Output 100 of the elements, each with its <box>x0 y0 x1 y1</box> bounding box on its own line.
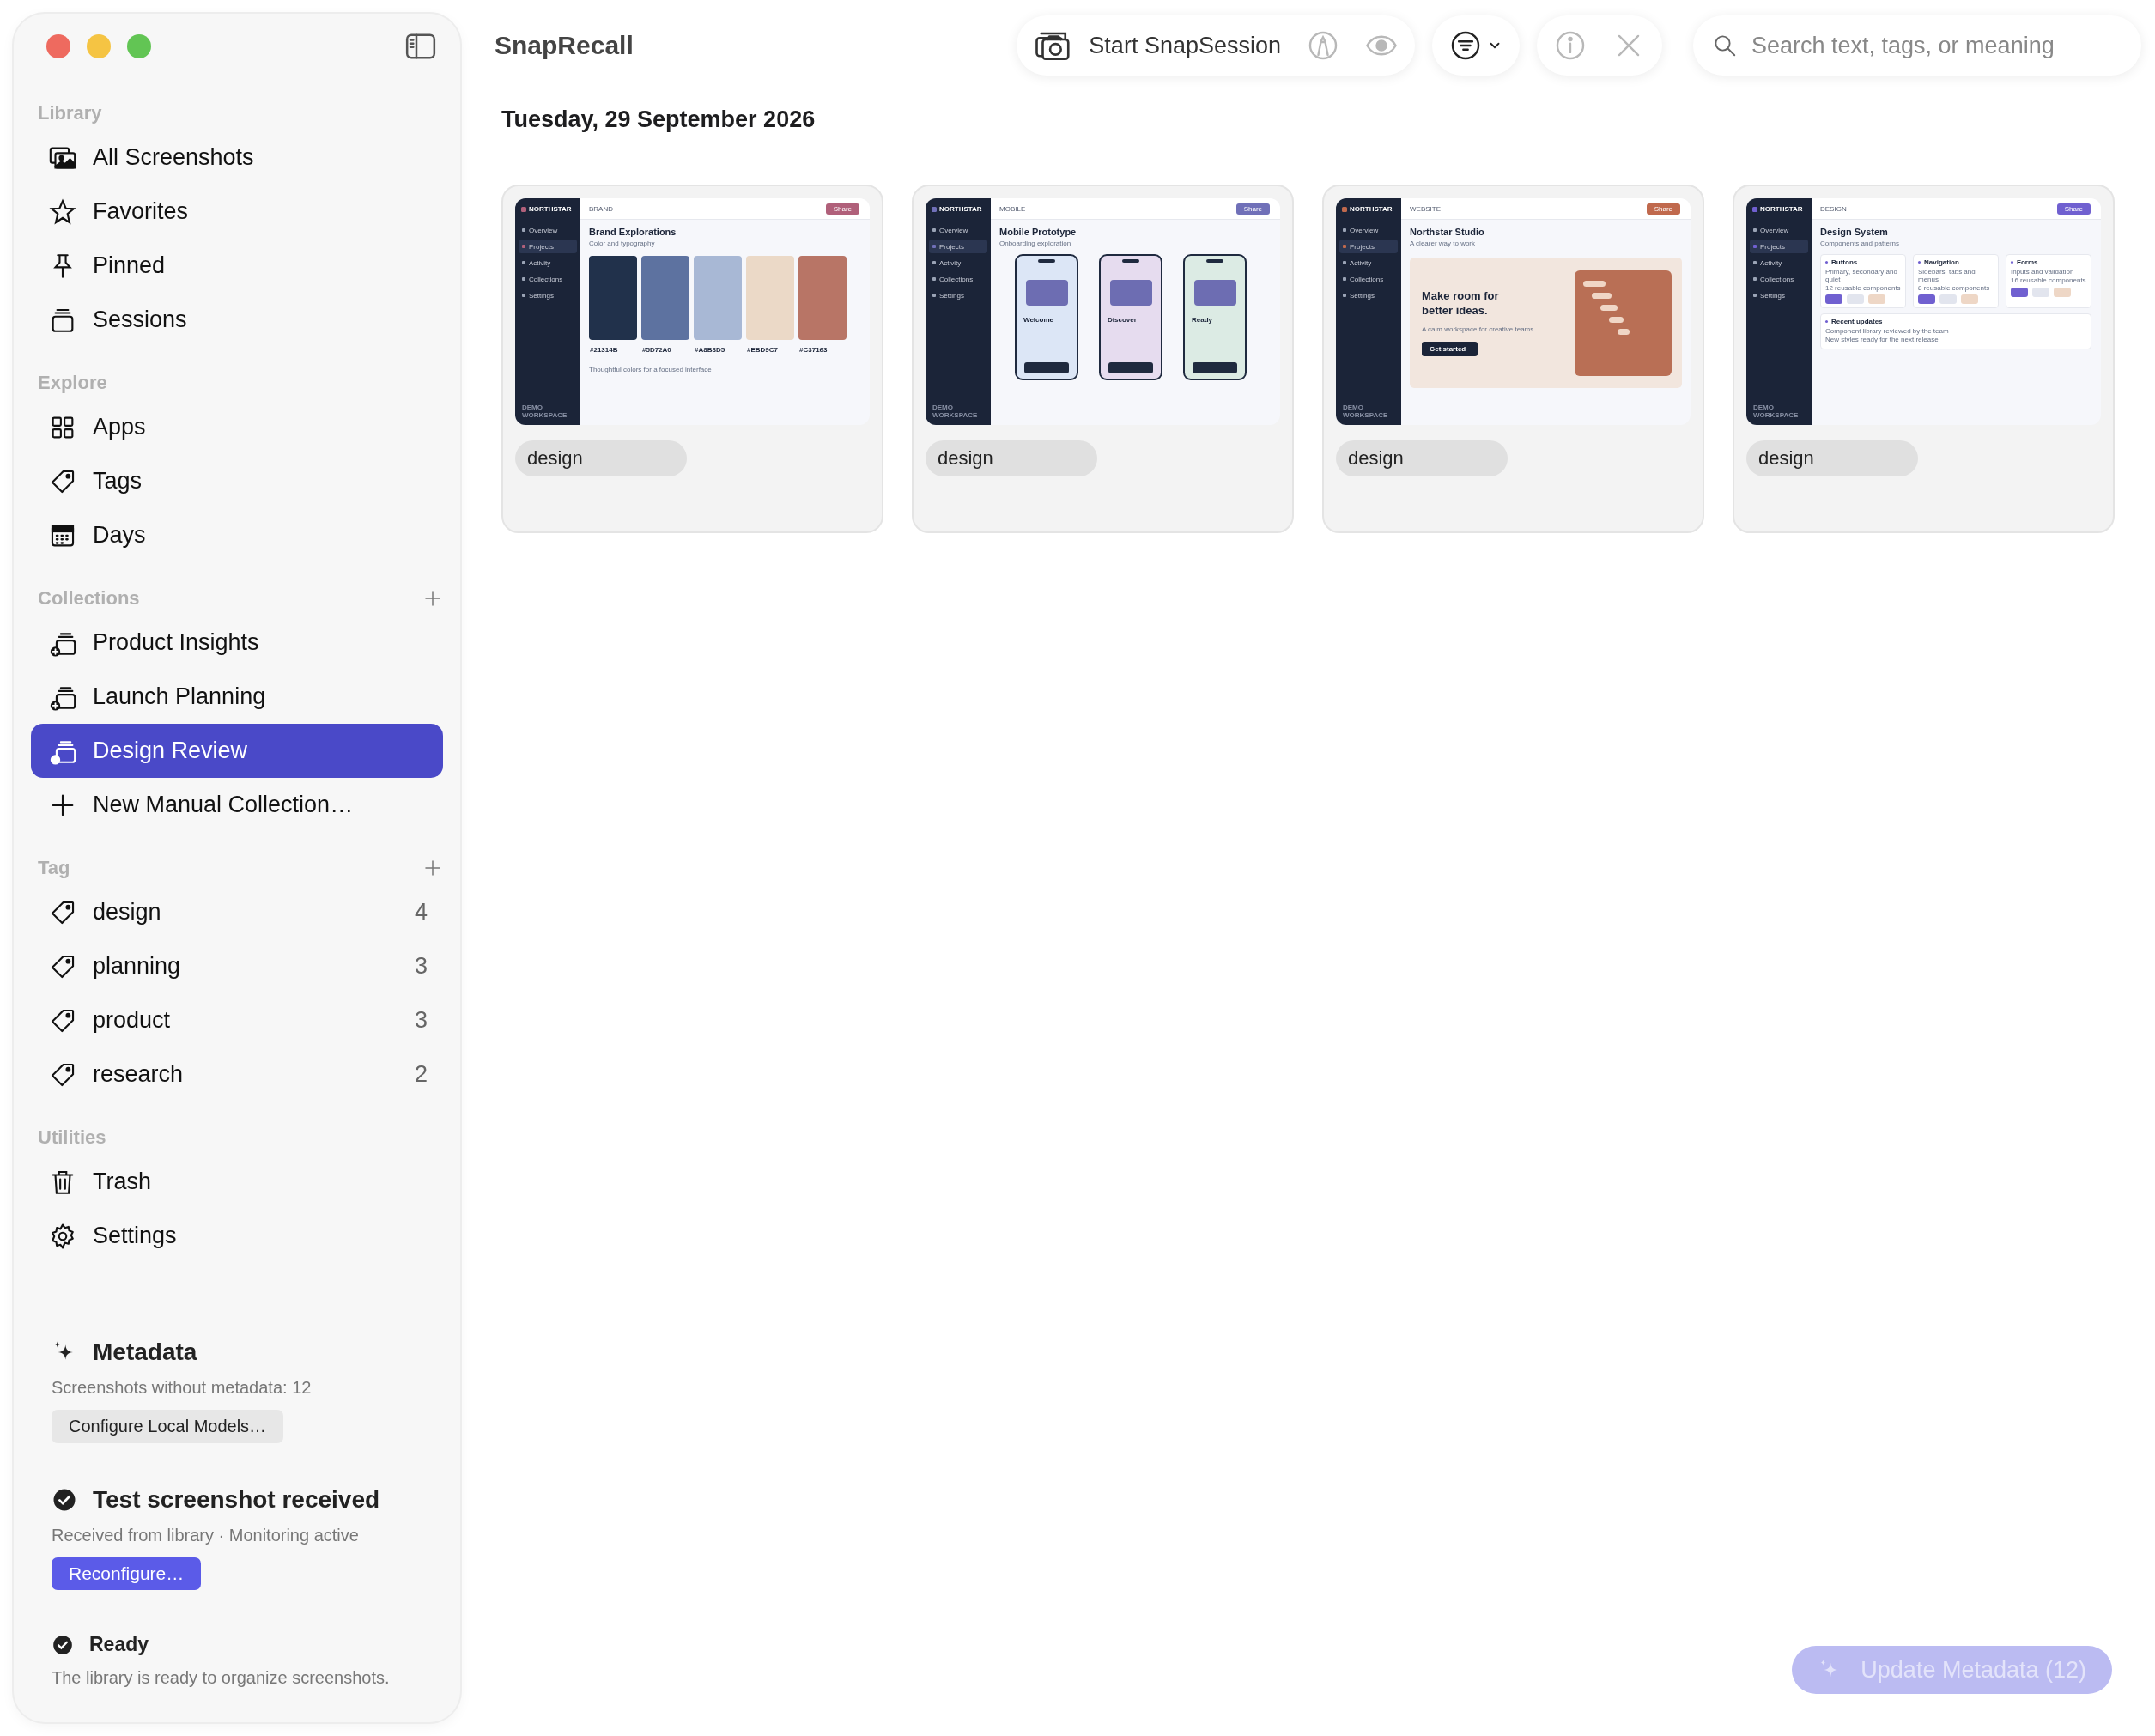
search-field[interactable]: Search text, tags, or meaning <box>1693 15 2141 76</box>
nav-item[interactable]: Activity <box>1339 256 1398 270</box>
share-button[interactable]: Share <box>1235 203 1270 215</box>
card-text: Component library reviewed by the team <box>1825 328 1950 337</box>
screenshot-card[interactable] <box>1322 185 1704 533</box>
card-text: New styles ready for the next release <box>1825 337 1940 344</box>
sidebar-item[interactable]: product 3 <box>31 993 443 1047</box>
screen-label: Welcome <box>1023 316 1053 324</box>
sidebar-item[interactable]: planning 3 <box>31 939 443 993</box>
page-title: Brand Explorations <box>589 227 677 237</box>
caption-text: Thoughtful colors for a focused interface <box>589 366 713 373</box>
card-title: Navigation <box>1924 258 1959 266</box>
section-label: MOBILE <box>999 204 1026 213</box>
page-subtitle: A clearer way to work <box>1410 240 1477 247</box>
nav-item[interactable]: Collections <box>1339 272 1398 286</box>
tag-chip[interactable]: design <box>1746 440 1918 476</box>
card-text: Inputs and validation <box>2011 269 2075 276</box>
sidebar-item[interactable]: Sessions <box>31 293 443 347</box>
nav-item[interactable]: Settings <box>519 288 577 302</box>
section-heading: Utilities <box>38 1126 107 1149</box>
sidebar-item[interactable]: Apps <box>31 400 443 454</box>
sidebar-item[interactable]: Tags <box>31 454 443 508</box>
section-heading: Tag <box>38 857 71 879</box>
swatch-label: #A8B8D5 <box>694 346 726 354</box>
sidebar-item[interactable]: Days <box>31 508 443 562</box>
nav-item[interactable]: Settings <box>1339 288 1398 302</box>
button-placeholder <box>1108 362 1153 373</box>
nav-item[interactable]: Settings <box>929 288 987 302</box>
nav-item[interactable]: Projects <box>1750 240 1808 253</box>
share-button[interactable]: Share <box>1646 203 1680 215</box>
search-icon <box>1712 33 1738 58</box>
sidebar-item[interactable]: Trash <box>31 1155 443 1209</box>
phone-notch <box>1122 259 1139 263</box>
status-text: Received from library · Monitoring active <box>51 1526 360 1545</box>
sidebar-item[interactable]: New Manual Collection… <box>31 778 443 832</box>
sidebar-item[interactable]: Product Insights <box>31 616 443 670</box>
tag-chip[interactable]: design <box>1336 440 1508 476</box>
page-title: Design System <box>1820 227 1889 237</box>
sidebar-item[interactable]: Design Review <box>31 724 443 778</box>
section-label: DESIGN <box>1820 204 1847 213</box>
section-heading: Explore <box>38 372 108 394</box>
sidebar-item[interactable]: All Screenshots <box>31 131 443 185</box>
sidebar-item[interactable]: Pinned <box>31 239 443 293</box>
sidebar-item[interactable]: Launch Planning <box>31 670 443 724</box>
card-title: Recent updates <box>1831 318 1883 326</box>
nav-item[interactable]: Projects <box>929 240 987 253</box>
nav-item[interactable]: Activity <box>519 256 577 270</box>
nav-item[interactable]: Collections <box>929 272 987 286</box>
checkmark-icon <box>52 1487 77 1513</box>
screenshot-card[interactable] <box>501 185 883 533</box>
start-session-button[interactable]: Start SnapSession <box>1089 32 1281 59</box>
workspace-label: DEMO WORKSPACE <box>932 404 979 420</box>
nav-item[interactable]: Settings <box>1750 288 1808 302</box>
card-text: 12 reusable components <box>1825 284 1901 293</box>
share-button[interactable]: Share <box>825 203 859 215</box>
image-placeholder <box>1193 280 1236 306</box>
brand-name: NORTHSTAR <box>1760 205 1803 213</box>
close-window-button[interactable] <box>46 34 70 58</box>
metadata-heading: Metadata <box>93 1338 197 1366</box>
nav-item[interactable]: Projects <box>519 240 577 253</box>
get-started-button[interactable]: Get started <box>1422 341 1478 356</box>
bullet-icon <box>1825 261 1828 264</box>
sidebar-item[interactable]: Settings <box>31 1209 443 1263</box>
section-label: BRAND <box>589 204 613 213</box>
nav-item[interactable]: Overview <box>519 223 577 237</box>
nav-item[interactable]: Collections <box>519 272 577 286</box>
item-count: 3 <box>414 1007 428 1034</box>
share-button[interactable]: Share <box>2056 203 2091 215</box>
screenshot-card[interactable]: NORTHSTAR Overview Projects Activity Collections Settings DEMO WORKSPACE MOBILE Share Mobile Prototype Onboarding exploration Welcome Discover Ready design <box>912 185 1294 533</box>
nav-item[interactable]: Overview <box>1339 223 1398 237</box>
tag-chip[interactable]: design <box>515 440 687 476</box>
nav-item[interactable]: Activity <box>1750 256 1808 270</box>
workspace-label: DEMO WORKSPACE <box>1752 404 1800 420</box>
nav-item[interactable]: Activity <box>929 256 987 270</box>
filter-icon <box>1449 29 1482 62</box>
nav-item[interactable]: Projects <box>1339 240 1398 253</box>
minimize-window-button[interactable] <box>87 34 111 58</box>
hero-text: A calm workspace for creative teams. <box>1422 325 1536 333</box>
page-subtitle: Onboarding exploration <box>999 240 1072 247</box>
tag-chip[interactable]: design <box>926 440 1097 476</box>
sidebar-item[interactable]: Favorites <box>31 185 443 239</box>
add-icon[interactable] <box>422 858 443 878</box>
nav-item[interactable]: Collections <box>1750 272 1808 286</box>
swatch-row-drawing <box>1918 294 1978 305</box>
sidebar-item[interactable]: design 4 <box>31 885 443 939</box>
hero-headline: Make room for better ideas. <box>1422 289 1500 319</box>
button-placeholder <box>1024 362 1069 373</box>
zoom-window-button[interactable] <box>127 34 151 58</box>
card-text: Sidebars, tabs and menus <box>1918 269 1976 284</box>
nav-item[interactable]: Overview <box>929 223 987 237</box>
ready-text: The library is ready to organize screenshots. <box>51 1668 391 1688</box>
nav-item[interactable]: Overview <box>1750 223 1808 237</box>
brand-name: NORTHSTAR <box>1350 205 1393 213</box>
configure-models-button[interactable]: Configure Local Models… <box>52 1410 284 1443</box>
reconfigure-button[interactable]: Reconfigure… <box>52 1557 202 1590</box>
screenshot-card[interactable] <box>1733 185 2115 533</box>
ready-heading: Ready <box>89 1633 149 1656</box>
sidebar-item[interactable]: research 2 <box>31 1047 443 1102</box>
add-icon[interactable] <box>422 588 443 609</box>
item-count: 2 <box>414 1061 428 1088</box>
